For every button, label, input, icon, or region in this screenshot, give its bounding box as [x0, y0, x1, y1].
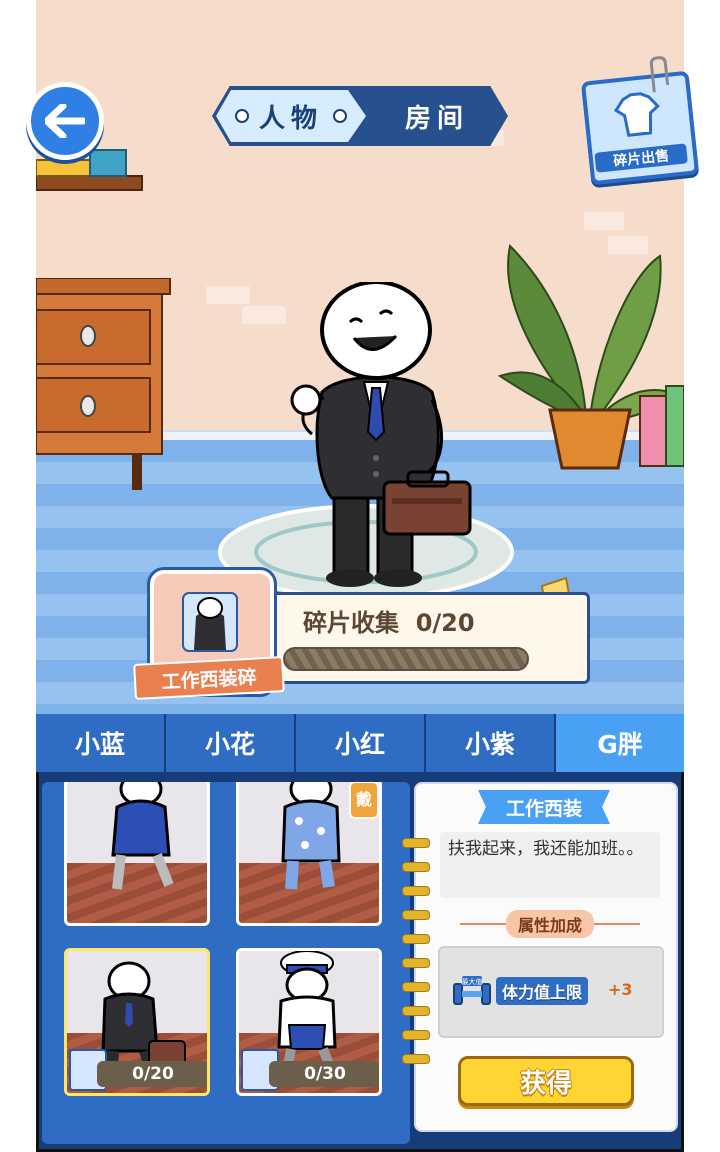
suit-thumbnail-icon — [182, 592, 238, 652]
tab-room-label: 房间 — [404, 103, 469, 134]
view-segment: 人物 房间 — [212, 86, 508, 146]
character-tabs: 小蓝 小花 小红 小紫 G胖 — [36, 714, 684, 772]
outfit-count: 0/30 — [269, 1061, 379, 1087]
outfit-card-blue-hoodie[interactable] — [64, 782, 210, 926]
outfit-card-chef[interactable]: 0/30 — [236, 948, 382, 1096]
fragment-sell-button[interactable]: 碎片出售 — [580, 56, 700, 186]
outfit-description: 扶我起来，我还能加班。。 — [440, 832, 660, 898]
character-suit — [290, 282, 472, 587]
binder-ring — [402, 982, 430, 992]
fragment-collect-panel: 碎片收集 0/20 — [240, 592, 590, 684]
attribute-value: +3 — [608, 980, 633, 999]
tab-xiaolan[interactable]: 小蓝 — [36, 714, 166, 772]
binder-ring — [402, 910, 430, 920]
tab-xiaozi[interactable]: 小紫 — [426, 714, 556, 772]
binder-ring — [402, 958, 430, 968]
tab-room[interactable]: 房间 — [372, 90, 502, 142]
attribute-box: 最大值 体力值上限 +3 — [438, 946, 664, 1038]
binder-ring — [402, 1006, 430, 1016]
attribute-name: 体力值上限 — [496, 977, 589, 1005]
tab-character[interactable]: 人物 — [216, 90, 366, 142]
binder-ring — [402, 934, 430, 944]
attribute-header-label: 属性加成 — [506, 910, 595, 938]
tab-xiaohong[interactable]: 小红 — [296, 714, 426, 772]
collect-label: 碎片收集 0/20 — [303, 609, 475, 637]
paperclip-icon — [649, 56, 670, 93]
attribute-header: 属性加成 — [460, 910, 641, 938]
svg-text:最大值: 最大值 — [462, 977, 483, 986]
chef-character-icon — [277, 951, 337, 1072]
plant-icon — [497, 243, 684, 470]
hoodie-character-icon — [111, 782, 174, 890]
tab-xiaohua[interactable]: 小花 — [166, 714, 296, 772]
back-button[interactable] — [26, 82, 104, 160]
outfit-card-work-suit[interactable]: 0/20 — [64, 948, 210, 1096]
dresser-icon — [36, 278, 171, 490]
outfit-title: 工作西装 — [478, 790, 610, 824]
outfit-count: 0/20 — [97, 1061, 207, 1087]
binder-ring — [402, 886, 430, 896]
binder-ring — [402, 838, 430, 848]
binder-ring — [402, 1030, 430, 1040]
shirt-icon — [613, 92, 660, 137]
outfit-card-pajamas[interactable]: 戴 — [236, 782, 382, 926]
dumbbell-icon: 最大值 — [453, 976, 491, 1005]
collect-progress-bar — [283, 647, 529, 671]
pajamas-character-icon — [281, 782, 341, 890]
binder-ring — [402, 862, 430, 872]
obtain-button[interactable]: 获得 — [458, 1056, 634, 1106]
tab-character-label: 人物 — [258, 103, 323, 134]
arrow-left-icon — [45, 104, 85, 138]
wearing-badge: 戴 — [349, 782, 379, 819]
tab-gpang[interactable]: G胖 — [556, 714, 684, 772]
fragment-sell-label: 碎片出售 — [594, 143, 688, 173]
outfit-grid: 戴 0/20 0/30 — [42, 782, 410, 1144]
binder-ring — [402, 1054, 430, 1064]
